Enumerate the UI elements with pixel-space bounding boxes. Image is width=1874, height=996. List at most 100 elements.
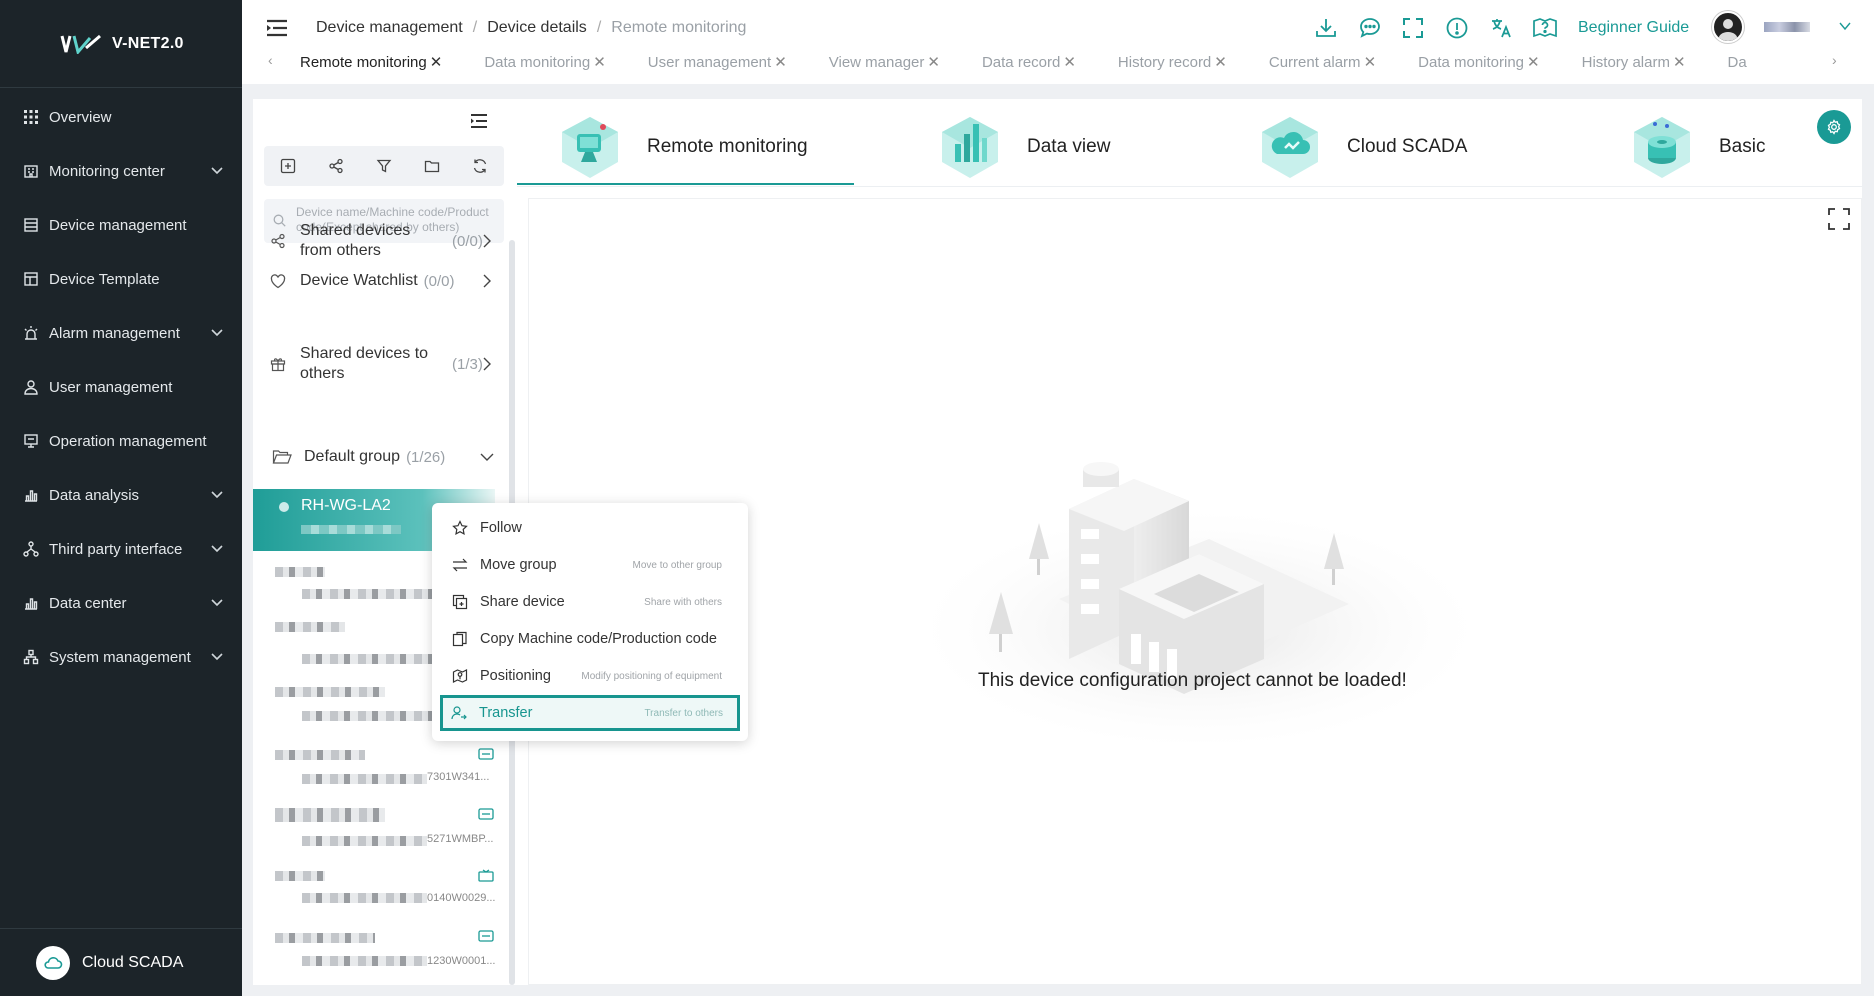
chevron-down-icon: [210, 595, 224, 609]
panel-collapse-icon[interactable]: [470, 113, 488, 129]
shared-from-others-row[interactable]: Shared devices from others (0/0): [270, 219, 498, 263]
tab-history-record[interactable]: History record ✕: [1117, 53, 1227, 72]
folder-icon[interactable]: [420, 154, 444, 178]
sidebar-item-alarm-management[interactable]: Alarm management: [0, 311, 242, 355]
tab-label: History record: [1117, 53, 1212, 71]
tab-truncated[interactable]: Da: [1728, 54, 1747, 71]
chevron-down-icon: [480, 452, 494, 462]
sidebar-item-third-party-interface[interactable]: Third party interface: [0, 527, 242, 571]
share-device-icon: [450, 594, 470, 610]
app-brand: V-NET2.0: [112, 34, 184, 52]
shared-to-others-row[interactable]: Shared devices to others (1/3): [270, 342, 498, 386]
tab-data-record[interactable]: Data record ✕: [981, 53, 1076, 72]
device-card-icon: [478, 748, 494, 760]
sidebar-item-monitoring-center[interactable]: Monitoring center: [0, 149, 242, 193]
sidebar-item-system-management[interactable]: System management: [0, 635, 242, 679]
menu-item-follow[interactable]: Follow: [444, 513, 736, 543]
chevron-right-icon: [482, 357, 492, 371]
sidebar-item-data-analysis[interactable]: Data analysis: [0, 473, 242, 517]
close-icon[interactable]: ✕: [927, 53, 940, 71]
tab-data-monitoring[interactable]: Data monitoring ✕: [484, 53, 606, 72]
menu-item-transfer[interactable]: Transfer Transfer to others: [440, 695, 740, 731]
tab-data-monitoring-2[interactable]: Data monitoring ✕: [1418, 53, 1540, 72]
close-icon[interactable]: ✕: [774, 53, 787, 71]
sidebar-footer-cloud-scada[interactable]: Cloud SCADA: [0, 928, 242, 996]
tab-view-manager[interactable]: View manager ✕: [829, 53, 940, 72]
beginner-guide-link[interactable]: Beginner Guide: [1578, 19, 1689, 37]
view-tab-basic[interactable]: Basic: [1627, 107, 1765, 187]
tab-history-alarm[interactable]: History alarm ✕: [1582, 53, 1686, 72]
view-tab-label: Data view: [1027, 136, 1111, 157]
chevron-down-icon: [210, 325, 224, 339]
tree-toolbar: [264, 146, 504, 186]
breadcrumb-item[interactable]: Device details: [487, 19, 587, 37]
fullscreen-icon[interactable]: [1399, 14, 1427, 42]
gift-icon: [270, 356, 288, 372]
alarm-icon: [21, 323, 41, 343]
sidebar-item-operation-management[interactable]: Operation management: [0, 419, 242, 463]
tab-remote-monitoring[interactable]: Remote monitoring ✕: [300, 53, 443, 72]
sidebar-item-device-template[interactable]: Device Template: [0, 257, 242, 301]
list-item[interactable]: 0140W0029...: [275, 869, 497, 913]
building-icon: [21, 161, 41, 181]
settings-gear-icon[interactable]: [1817, 110, 1851, 144]
chevron-down-icon[interactable]: [1839, 20, 1851, 32]
add-icon[interactable]: [276, 154, 300, 178]
chevron-down-icon: [210, 541, 224, 555]
menu-item-share-device[interactable]: Share device Share with others: [444, 587, 736, 617]
close-icon[interactable]: ✕: [1364, 53, 1377, 71]
tab-label: Data monitoring: [484, 53, 591, 71]
close-icon[interactable]: ✕: [430, 53, 443, 71]
heart-icon: [270, 273, 288, 289]
sidebar-item-label: Data center: [49, 594, 127, 612]
list-item[interactable]: 7301W341...: [275, 748, 497, 792]
watchlist-label: Device Watchlist: [300, 272, 418, 289]
list-item[interactable]: 5271WMBP...: [275, 808, 497, 852]
shared-to-count: (1/3): [452, 355, 483, 373]
close-icon[interactable]: ✕: [1673, 53, 1686, 71]
bar-chart-icon: [21, 485, 41, 505]
filter-icon[interactable]: [372, 154, 396, 178]
sidebar-item-user-management[interactable]: User management: [0, 365, 242, 409]
breadcrumb-item[interactable]: Device management: [316, 19, 463, 37]
empty-state-message: This device configuration project cannot…: [978, 670, 1407, 691]
tab-label: Da: [1727, 53, 1747, 71]
close-icon[interactable]: ✕: [1063, 53, 1076, 71]
info-icon[interactable]: [1443, 14, 1471, 42]
default-group-row[interactable]: Default group (1/26): [272, 445, 500, 469]
menu-item-move-group[interactable]: Move group Move to other group: [444, 550, 736, 580]
breadcrumb-current: Remote monitoring: [611, 19, 747, 36]
username-redacted[interactable]: [1764, 22, 1810, 32]
device-watchlist-row[interactable]: Device Watchlist (0/0): [270, 269, 498, 293]
refresh-icon[interactable]: [468, 154, 492, 178]
menu-toggle-icon[interactable]: [266, 18, 288, 38]
monitor-icon: [478, 869, 494, 882]
translate-icon[interactable]: [1487, 14, 1515, 42]
star-icon: [450, 520, 470, 536]
canvas-fullscreen-icon[interactable]: [1828, 208, 1850, 230]
avatar[interactable]: [1712, 11, 1744, 43]
sidebar-item-device-management[interactable]: Device management: [0, 203, 242, 247]
tab-current-alarm[interactable]: Current alarm ✕: [1269, 53, 1377, 72]
tab-scroll-right-icon[interactable]: ›: [1832, 52, 1837, 68]
view-tab-remote-monitoring[interactable]: Remote monitoring: [555, 107, 808, 187]
tab-user-management[interactable]: User management ✕: [648, 53, 787, 72]
device-card-icon: [478, 930, 494, 942]
download-icon[interactable]: [1312, 14, 1340, 42]
app-logo: V-NET2.0: [0, 0, 242, 88]
help-book-icon[interactable]: [1531, 14, 1559, 42]
share-icon[interactable]: [324, 154, 348, 178]
menu-item-positioning[interactable]: Positioning Modify positioning of equipm…: [444, 661, 736, 691]
sidebar-item-data-center[interactable]: Data center: [0, 581, 242, 625]
close-icon[interactable]: ✕: [593, 53, 606, 71]
tab-label: Data record: [981, 53, 1061, 71]
view-tab-label: Cloud SCADA: [1347, 136, 1468, 157]
view-tab-data-view[interactable]: Data view: [935, 107, 1110, 187]
sidebar-item-overview[interactable]: Overview: [0, 95, 242, 139]
view-tab-cloud-scada[interactable]: Cloud SCADA: [1255, 107, 1467, 187]
list-item[interactable]: 1230W0001...: [275, 930, 497, 974]
menu-item-copy-code[interactable]: Copy Machine code/Production code: [444, 624, 736, 654]
chat-icon[interactable]: [1356, 14, 1384, 42]
close-icon[interactable]: ✕: [1527, 53, 1540, 71]
close-icon[interactable]: ✕: [1214, 53, 1227, 71]
